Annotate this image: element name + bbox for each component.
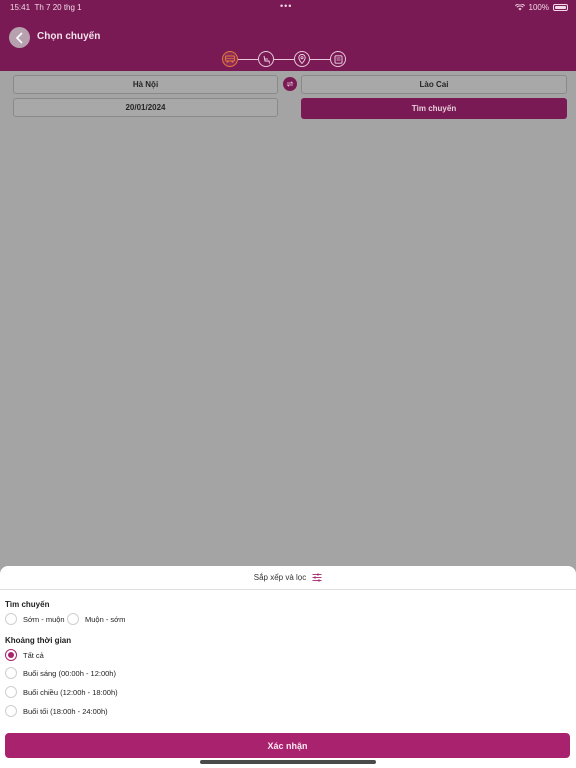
sheet-header: Sắp xếp và lọc [0,566,576,590]
filter-sliders-icon [312,573,322,582]
radio-button[interactable] [5,667,17,679]
date-field[interactable]: 20/01/2024 [13,98,278,117]
radio-button[interactable] [5,705,17,717]
chevron-left-icon [15,31,23,44]
bus-icon [225,55,235,63]
app-header: 15:41 Th 7 20 thg 1 ••• 100% Chọn chuyến [0,0,576,71]
sort-option-label: Sớm - muộn [23,614,65,624]
origin-field[interactable]: Hà Nội [13,75,278,94]
time-option-label: Buổi sáng (00:00h - 12:00h) [23,668,116,678]
multitask-dots[interactable]: ••• [280,1,292,11]
time-option-evening[interactable]: Buổi tối (18:00h - 24:00h) [5,705,108,717]
time-option-label: Tất cả [23,650,44,660]
confirm-button[interactable]: Xác nhận [5,733,570,758]
time-option-morning[interactable]: Buổi sáng (00:00h - 12:00h) [5,667,116,679]
status-indicators: 100% [514,3,568,12]
radio-button[interactable] [67,613,79,625]
swap-button[interactable] [283,77,297,91]
sort-filter-sheet: Sắp xếp và lọc Tìm chuyến Sớm - muộn Muộ… [0,566,576,768]
radio-button[interactable] [5,686,17,698]
radio-button[interactable] [5,613,17,625]
battery-percent: 100% [528,3,549,12]
stepper-connector [274,59,294,60]
radio-button-selected[interactable] [5,649,17,661]
stepper-connector [310,59,330,60]
swap-arrows-icon [286,81,294,87]
seat-icon [263,55,270,64]
status-time: 15:41 Th 7 20 thg 1 [10,3,82,12]
booking-stepper [222,51,348,67]
step-seat[interactable] [258,51,274,67]
ticket-icon [334,54,342,64]
wifi-icon [514,4,525,11]
battery-icon [553,4,568,11]
back-button[interactable] [9,27,30,48]
sheet-title: Sắp xếp và lọc [253,573,307,582]
time-option-all[interactable]: Tất cả [5,649,44,661]
time-section-title: Khoảng thời gian [5,636,72,645]
location-pin-icon [298,54,306,64]
stepper-connector [238,59,258,60]
home-indicator[interactable] [200,760,376,764]
destination-field[interactable]: Lào Cai [301,75,567,94]
sort-option-early-late[interactable]: Sớm - muộn [5,613,65,625]
sort-option-late-early[interactable]: Muộn - sớm [67,613,125,625]
sort-option-label: Muộn - sớm [85,614,126,624]
step-ticket[interactable] [330,51,346,67]
sort-section-title: Tìm chuyến [5,600,50,609]
time-option-label: Buổi tối (18:00h - 24:00h) [23,706,108,716]
time-option-label: Buổi chiều (12:00h - 18:00h) [23,687,118,697]
time-option-afternoon[interactable]: Buổi chiều (12:00h - 18:00h) [5,686,118,698]
step-pickup[interactable] [294,51,310,67]
status-bar: 15:41 Th 7 20 thg 1 ••• 100% [0,0,576,14]
search-trip-button[interactable]: Tìm chuyến [301,98,567,119]
step-trip[interactable] [222,51,238,67]
page-title: Chọn chuyến [37,31,101,42]
